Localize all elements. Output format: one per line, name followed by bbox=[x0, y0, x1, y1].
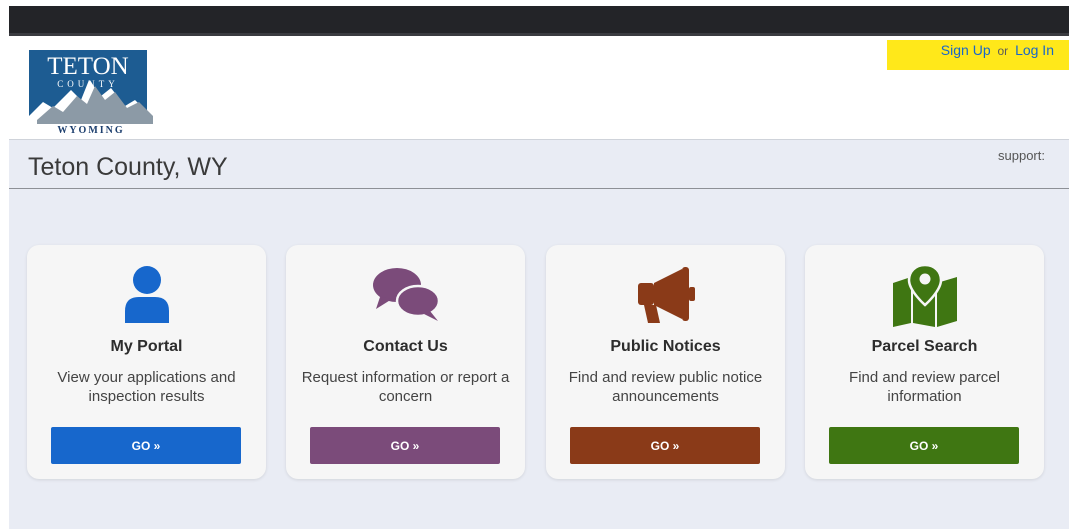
card-description: Find and review parcel information bbox=[849, 369, 1000, 405]
main-content: My Portal View your applications and ins… bbox=[9, 189, 1069, 529]
card-description: View your applications and inspection re… bbox=[57, 369, 236, 405]
sign-up-link[interactable]: Sign Up bbox=[941, 42, 991, 58]
card-description: Request information or report a concern bbox=[301, 369, 510, 405]
top-bar bbox=[9, 6, 1069, 36]
card-description: Find and review public notice announceme… bbox=[568, 369, 763, 405]
log-in-link[interactable]: Log In bbox=[1015, 42, 1054, 58]
logo-graphic: TETON COUNTY WYOMING bbox=[29, 50, 153, 136]
contact-us-go-button[interactable]: GO » bbox=[310, 427, 500, 464]
card-my-portal: My Portal View your applications and ins… bbox=[27, 245, 266, 479]
card-public-notices: Public Notices Find and review public no… bbox=[546, 245, 785, 479]
site-header: TETON COUNTY WYOMING Sign Up or Log In bbox=[9, 36, 1069, 139]
chat-bubbles-icon bbox=[286, 263, 525, 327]
parcel-search-go-button[interactable]: GO » bbox=[829, 427, 1019, 464]
card-parcel-search: Parcel Search Find and review parcel inf… bbox=[805, 245, 1044, 479]
public-notices-go-button[interactable]: GO » bbox=[570, 427, 760, 464]
card-title: Contact Us bbox=[363, 338, 448, 355]
page-title: Teton County, WY bbox=[28, 153, 228, 181]
support-label: support: bbox=[998, 148, 1045, 163]
card-contact-us: Contact Us Request information or report… bbox=[286, 245, 525, 479]
card-title: Public Notices bbox=[610, 338, 721, 355]
svg-text:TETON: TETON bbox=[47, 53, 128, 80]
title-bar: Teton County, WY support: bbox=[9, 139, 1069, 189]
or-text: or bbox=[997, 44, 1009, 58]
user-icon bbox=[27, 263, 266, 327]
teton-county-logo[interactable]: TETON COUNTY WYOMING bbox=[29, 50, 161, 136]
my-portal-go-button[interactable]: GO » bbox=[51, 427, 241, 464]
svg-text:WYOMING: WYOMING bbox=[57, 125, 124, 134]
auth-links: Sign Up or Log In bbox=[887, 40, 1069, 70]
card-title: Parcel Search bbox=[871, 338, 978, 355]
map-pin-icon bbox=[805, 263, 1044, 327]
megaphone-icon bbox=[546, 263, 785, 327]
card-title: My Portal bbox=[110, 338, 183, 355]
